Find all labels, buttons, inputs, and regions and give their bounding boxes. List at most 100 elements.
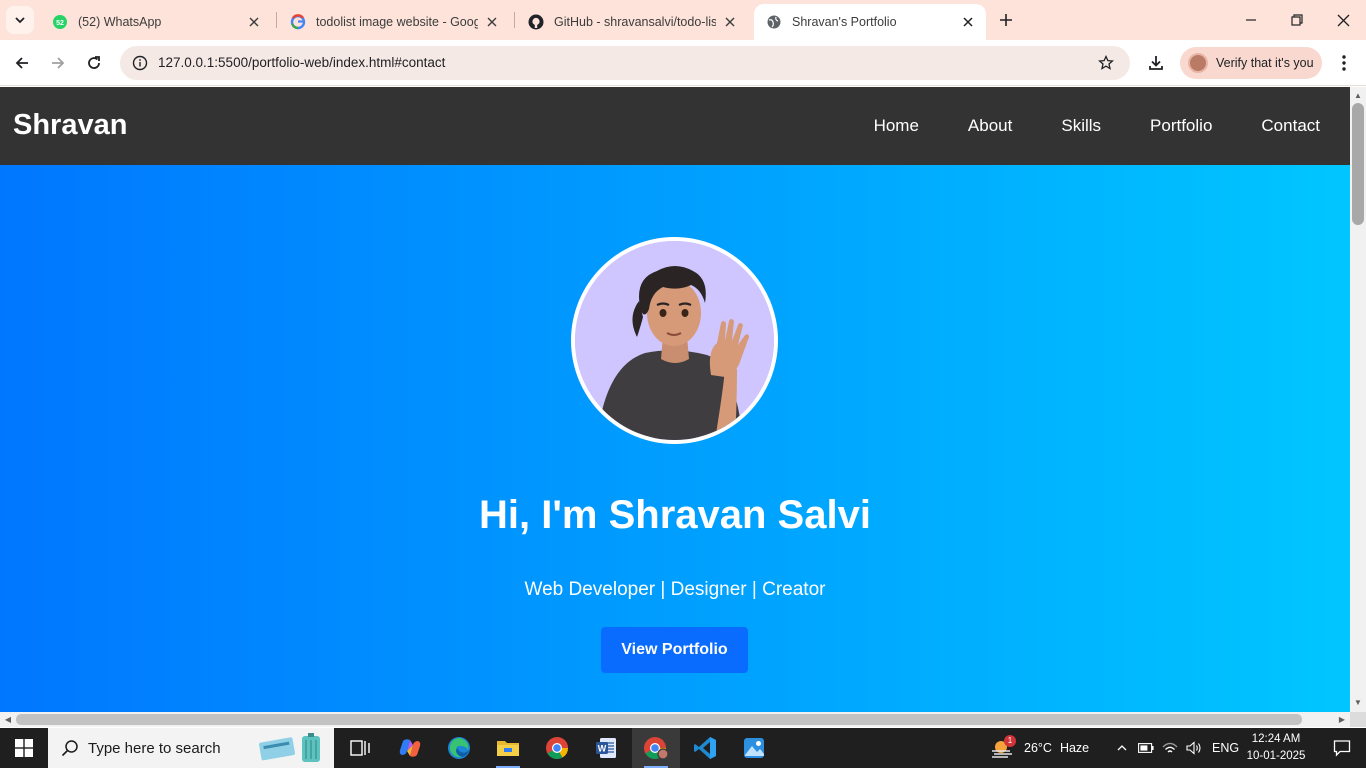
url-text[interactable]: 127.0.0.1:5500/portfolio-web/index.html#… [158, 55, 445, 70]
site-navbar: Shravan Home About Skills Portfolio Cont… [0, 87, 1350, 165]
chrome-button[interactable] [533, 728, 581, 768]
edge-button[interactable] [435, 728, 483, 768]
word-icon: W [596, 738, 616, 758]
battery-icon[interactable] [1134, 743, 1158, 753]
nav-link-contact[interactable]: Contact [1261, 116, 1320, 136]
search-icon [60, 738, 80, 758]
new-tab-button[interactable] [994, 8, 1018, 32]
downloads-button[interactable] [1144, 51, 1168, 75]
address-bar[interactable]: 127.0.0.1:5500/portfolio-web/index.html#… [120, 46, 1130, 80]
volume-icon[interactable] [1182, 741, 1206, 755]
nav-link-home[interactable]: Home [874, 116, 919, 136]
github-icon [528, 14, 544, 30]
tab-google-search[interactable]: todolist image website - Google [278, 4, 510, 40]
forward-button[interactable] [44, 49, 72, 77]
scroll-up-arrow-icon[interactable]: ▲ [1350, 89, 1366, 103]
page-viewport: Shravan Home About Skills Portfolio Cont… [0, 87, 1350, 712]
weather-widget[interactable]: 1 26°C Haze [990, 728, 1089, 768]
weather-haze-icon: 1 [990, 735, 1016, 760]
restore-button[interactable] [1274, 0, 1320, 40]
photos-icon [744, 738, 764, 758]
copilot-button[interactable] [386, 728, 434, 768]
scrollbar-corner [1350, 712, 1366, 727]
hero-section: Hi, I'm Shravan Salvi Web Developer | De… [0, 165, 1350, 712]
globe-icon [766, 14, 782, 30]
close-tab-icon[interactable] [960, 14, 976, 30]
reload-button[interactable] [80, 49, 108, 77]
close-window-button[interactable] [1320, 0, 1366, 40]
avatar [1188, 53, 1208, 73]
taskbar-search-box[interactable]: Type here to search [48, 728, 334, 768]
tab-portfolio-active[interactable]: Shravan's Portfolio [754, 4, 986, 40]
vscode-icon [694, 737, 716, 759]
nav-link-skills[interactable]: Skills [1061, 116, 1101, 136]
scroll-right-arrow-icon[interactable]: ▶ [1335, 712, 1349, 727]
tab-separator [514, 12, 515, 28]
profile-verify-button[interactable]: Verify that it's you [1180, 47, 1322, 79]
wifi-icon[interactable] [1158, 741, 1182, 755]
language-indicator[interactable]: ENG [1212, 741, 1239, 755]
weather-temp: 26°C [1024, 741, 1052, 755]
scroll-left-arrow-icon[interactable]: ◀ [1, 712, 15, 727]
svg-text:52: 52 [56, 20, 64, 27]
start-button[interactable] [0, 728, 48, 768]
close-icon [1337, 14, 1349, 26]
tab-title: GitHub - shravansalvi/todo-list [554, 15, 716, 29]
tab-whatsapp[interactable]: 52 (52) WhatsApp [40, 4, 272, 40]
vertical-scroll-thumb[interactable] [1352, 103, 1364, 225]
chrome-active-icon [644, 737, 669, 760]
word-button[interactable]: W [582, 728, 630, 768]
file-explorer-button[interactable] [484, 728, 532, 768]
back-button[interactable] [8, 49, 36, 77]
download-icon [1149, 56, 1163, 70]
nav-link-about[interactable]: About [968, 116, 1012, 136]
close-tab-icon[interactable] [246, 14, 262, 30]
site-brand[interactable]: Shravan [13, 109, 127, 142]
more-vertical-icon [1342, 55, 1346, 71]
view-portfolio-button[interactable]: View Portfolio [601, 627, 748, 673]
google-icon [290, 14, 306, 30]
horizontal-scroll-thumb[interactable] [16, 714, 1302, 725]
minimize-icon [1246, 19, 1256, 21]
close-tab-icon[interactable] [722, 14, 738, 30]
notification-center-button[interactable] [1318, 728, 1366, 768]
photos-button[interactable] [730, 728, 778, 768]
chrome-active-button[interactable] [632, 728, 680, 768]
chevron-down-icon [15, 17, 25, 24]
vertical-scrollbar[interactable]: ▲ ▼ [1350, 87, 1366, 712]
browser-tab-strip: 52 (52) WhatsApp todolist image website … [0, 0, 1366, 40]
site-info-icon[interactable] [128, 51, 152, 75]
task-view-button[interactable] [336, 728, 384, 768]
reload-icon [88, 56, 100, 69]
nav-link-portfolio[interactable]: Portfolio [1150, 116, 1212, 136]
notification-icon [1333, 740, 1351, 757]
profile-avatar [571, 237, 778, 444]
horizontal-scrollbar[interactable]: ◀ ▶ [0, 712, 1350, 727]
whatsapp-icon: 52 [52, 14, 68, 30]
windows-logo-icon [15, 739, 33, 757]
verify-label: Verify that it's you [1216, 56, 1314, 70]
tab-title: todolist image website - Google [316, 15, 478, 29]
tab-separator [276, 12, 277, 28]
task-view-icon [350, 740, 370, 756]
travel-highlight-icon [258, 733, 320, 762]
weather-alert-badge: 1 [1004, 735, 1016, 747]
edge-icon [448, 737, 470, 759]
browser-toolbar: 127.0.0.1:5500/portfolio-web/index.html#… [0, 40, 1366, 86]
bookmark-star-icon[interactable] [1096, 53, 1116, 73]
tab-github[interactable]: GitHub - shravansalvi/todo-list [516, 4, 748, 40]
vscode-button[interactable] [681, 728, 729, 768]
search-placeholder: Type here to search [88, 739, 221, 757]
hero-heading: Hi, I'm Shravan Salvi [479, 493, 871, 537]
copilot-icon [399, 739, 421, 757]
svg-text:W: W [598, 744, 607, 754]
minimize-button[interactable] [1228, 0, 1274, 40]
browser-menu-button[interactable] [1332, 51, 1356, 75]
scroll-down-arrow-icon[interactable]: ▼ [1350, 696, 1366, 710]
tab-title: Shravan's Portfolio [792, 15, 897, 29]
close-tab-icon[interactable] [484, 14, 500, 30]
taskbar-clock[interactable]: 12:24 AM 10-01-2025 [1244, 731, 1308, 765]
tab-search-button[interactable] [6, 6, 34, 34]
show-hidden-icons-chevron-icon[interactable] [1114, 744, 1130, 752]
clock-date: 10-01-2025 [1246, 750, 1306, 762]
